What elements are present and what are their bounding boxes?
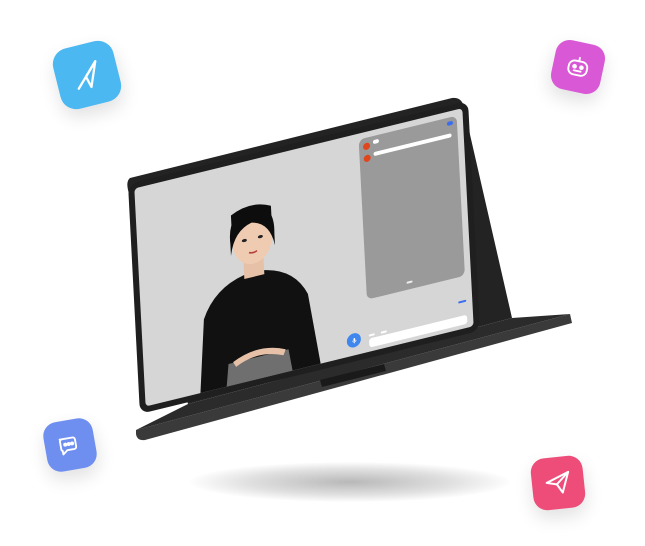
scene bbox=[0, 0, 645, 546]
screen-bezel bbox=[128, 100, 480, 414]
input-bar bbox=[368, 299, 468, 348]
presenter-image bbox=[200, 204, 323, 402]
microphone-button[interactable] bbox=[346, 331, 362, 350]
send-button[interactable] bbox=[458, 299, 467, 304]
app-window bbox=[134, 108, 474, 407]
chat-message bbox=[372, 138, 380, 145]
chat-reply-tag bbox=[446, 120, 454, 127]
microphone-icon bbox=[351, 337, 356, 344]
avatar bbox=[362, 141, 371, 151]
chat-footer-button[interactable] bbox=[406, 280, 413, 284]
quick-chip[interactable] bbox=[381, 330, 388, 334]
quick-chip[interactable] bbox=[368, 333, 375, 337]
chat-panel bbox=[358, 115, 465, 300]
laptop-screen bbox=[128, 98, 504, 418]
avatar bbox=[363, 153, 371, 163]
